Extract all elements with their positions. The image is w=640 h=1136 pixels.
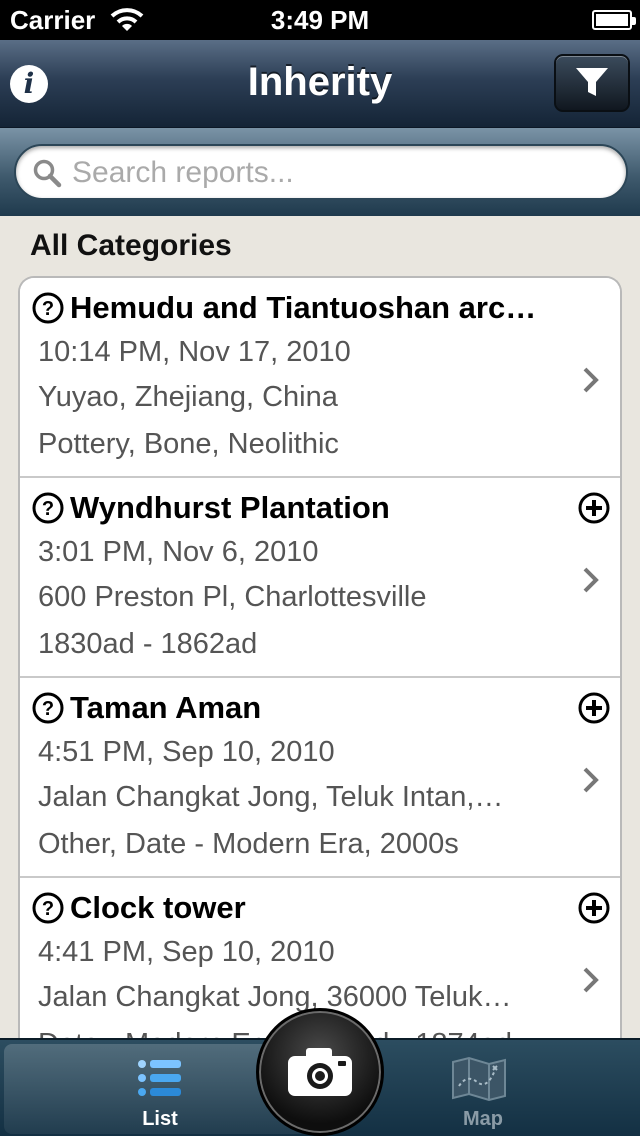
report-tags: Other, Date - Modern Era, 2000s (38, 828, 459, 860)
status-time: 3:49 PM (270, 5, 370, 35)
chevron-right-icon (583, 367, 599, 393)
report-cell[interactable]: ? Taman Aman 4:51 PM, Sep 10, 2010 Jalan… (20, 678, 620, 878)
page-title: Inherity (247, 60, 393, 104)
report-title: Wyndhurst Plantation (70, 490, 390, 525)
report-cell[interactable]: ? Hemudu and Tiantuoshan arc… 10:14 PM, … (20, 278, 620, 478)
report-location: 600 Preston Pl, Charlottesville (38, 581, 427, 613)
map-icon (452, 1056, 506, 1102)
search-input[interactable] (72, 152, 612, 194)
help-icon[interactable]: ? (32, 692, 64, 724)
battery-icon (592, 10, 636, 30)
svg-text:?: ? (42, 298, 54, 320)
report-title: Hemudu and Tiantuoshan arc… (70, 290, 537, 325)
camera-button[interactable] (256, 1008, 384, 1136)
report-title: Taman Aman (70, 690, 262, 725)
chevron-right-icon (583, 567, 599, 593)
report-datetime: 4:41 PM, Sep 10, 2010 (38, 936, 335, 968)
filter-icon (576, 68, 608, 96)
search-bar (0, 128, 640, 216)
report-datetime: 4:51 PM, Sep 10, 2010 (38, 736, 335, 768)
help-icon[interactable]: ? (32, 892, 64, 924)
tab-label: Map (463, 1108, 503, 1130)
add-icon[interactable] (578, 692, 610, 724)
help-icon[interactable]: ? (32, 492, 64, 524)
camera-icon (288, 1048, 352, 1096)
report-tags: Pottery, Bone, Neolithic (38, 428, 339, 460)
svg-text:?: ? (42, 698, 54, 720)
report-title: Clock tower (70, 890, 246, 925)
report-tags: 1830ad - 1862ad (38, 628, 258, 660)
chevron-right-icon (583, 967, 599, 993)
report-cell[interactable]: ? Wyndhurst Plantation 3:01 PM, Nov 6, 2… (20, 478, 620, 678)
search-field[interactable] (14, 144, 628, 200)
navigation-bar: i Inherity (0, 40, 640, 128)
list-icon (138, 1060, 181, 1096)
filter-button[interactable] (554, 54, 630, 112)
svg-text:?: ? (42, 498, 54, 520)
section-header: All Categories (30, 229, 232, 262)
search-icon (33, 159, 62, 188)
add-icon[interactable] (578, 492, 610, 524)
status-bar: Carrier 3:49 PM (0, 0, 640, 40)
report-location: Jalan Changkat Jong, Teluk Intan,… (38, 781, 504, 813)
report-list[interactable]: ? Hemudu and Tiantuoshan arc… 10:14 PM, … (18, 276, 622, 1038)
help-icon[interactable]: ? (32, 292, 64, 324)
report-datetime: 3:01 PM, Nov 6, 2010 (38, 536, 319, 568)
chevron-right-icon (583, 767, 599, 793)
add-icon[interactable] (578, 892, 610, 924)
report-datetime: 10:14 PM, Nov 17, 2010 (38, 336, 351, 368)
report-location: Yuyao, Zhejiang, China (38, 381, 338, 413)
svg-text:?: ? (42, 898, 54, 920)
